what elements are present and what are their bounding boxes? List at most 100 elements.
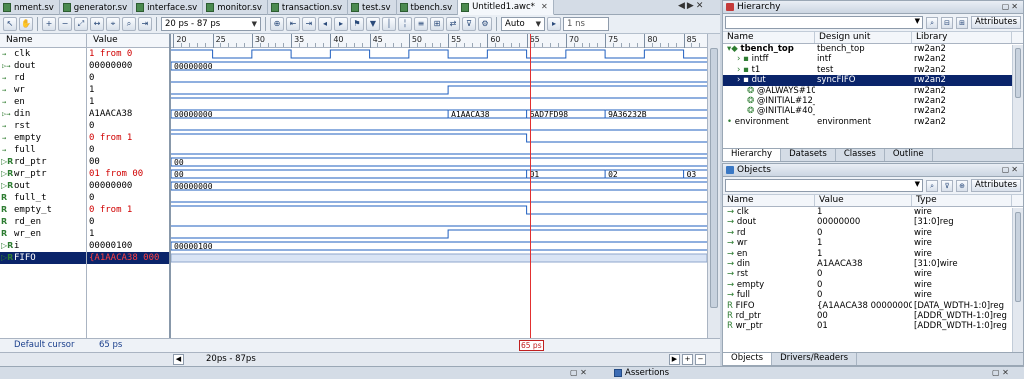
sort-icon[interactable]: ≡ — [414, 17, 428, 31]
prev-edge-icon[interactable]: ⇤ — [286, 17, 300, 31]
editor-tab[interactable]: nment.sv — [0, 0, 60, 15]
scrollbar-thumb[interactable] — [1015, 212, 1021, 302]
zoom-range-icon[interactable]: ↔ — [90, 17, 104, 31]
cursor-tool-icon[interactable]: ↖ — [3, 17, 17, 31]
panel-tab[interactable]: Objects — [723, 353, 773, 365]
object-row[interactable]: → en 1 wire — [723, 249, 1023, 259]
signal-name-row[interactable]: Rfull_t — [0, 192, 86, 204]
editor-tab[interactable]: generator.sv — [60, 0, 134, 15]
objects-scrollbar[interactable] — [1012, 208, 1023, 352]
zoom-mode-select[interactable]: Auto ▼ — [501, 17, 545, 31]
hierarchy-row[interactable]: › ▪ t1 test rw2an2 — [723, 65, 1023, 75]
column-header[interactable]: Value — [815, 195, 912, 206]
expand-icon[interactable]: ⊞ — [956, 16, 969, 29]
panel-window-controls[interactable]: ▢✕ — [1002, 164, 1020, 176]
object-row[interactable]: → rd 0 wire — [723, 228, 1023, 238]
next-edge-icon[interactable]: ⇥ — [302, 17, 316, 31]
bookmark-icon[interactable]: ⚑ — [350, 17, 364, 31]
panel-tab[interactable]: Classes — [836, 149, 885, 161]
object-row[interactable]: R rd_ptr 00 [ADDR_WDTH-1:0]reg — [723, 311, 1023, 321]
editor-tab[interactable]: interface.sv — [133, 0, 204, 15]
object-row[interactable]: → dout 00000000 [31:0]reg — [723, 217, 1023, 227]
column-header[interactable]: Name — [723, 32, 815, 43]
signal-name-row[interactable]: → empty — [0, 132, 86, 144]
signal-name-row[interactable]: ▷R rd_ptr — [0, 156, 86, 168]
signal-name-row[interactable]: ▷→ din — [0, 108, 86, 120]
cursor-time-marker[interactable]: 65 ps — [519, 340, 544, 351]
signal-name-row[interactable]: ▷R FIFO — [0, 252, 86, 264]
signal-name-row[interactable]: ▷R i — [0, 240, 86, 252]
time-range-select[interactable]: 20 ps - 87 ps ▼ — [161, 17, 261, 31]
zoom-out-small-icon[interactable]: − — [695, 354, 706, 365]
column-header[interactable]: Design unit — [815, 32, 912, 43]
search-icon[interactable]: ⌕ — [122, 17, 136, 31]
signal-name-row[interactable]: → full — [0, 144, 86, 156]
hand-tool-icon[interactable]: ✋ — [19, 17, 33, 31]
scroll-right-icon[interactable]: ▶ — [669, 354, 680, 365]
editor-tab[interactable]: test.sv — [348, 0, 397, 15]
name-column-header[interactable]: Name — [0, 34, 86, 48]
column-header[interactable]: Library — [912, 32, 1012, 43]
zoom-fit-icon[interactable]: ⤢ — [74, 17, 88, 31]
collapse-icon[interactable]: ⊟ — [941, 16, 954, 29]
cursor-remove-icon[interactable]: ╎ — [398, 17, 412, 31]
hierarchy-row[interactable]: › ▪ dut syncFIFO rw2an2 — [723, 75, 1023, 86]
signal-name-row[interactable]: → wr — [0, 84, 86, 96]
attributes-button[interactable]: Attributes — [971, 16, 1021, 29]
hierarchy-row[interactable]: ❂ @INITIAL#12_ rw2an2 — [723, 96, 1023, 106]
signal-name-row[interactable]: Rempty_t — [0, 204, 86, 216]
object-row[interactable]: → wr 1 wire — [723, 238, 1023, 248]
hierarchy-row[interactable]: ❂ @ALWAYS#10 rw2an2 — [723, 86, 1023, 96]
zoom-in-icon[interactable]: + — [42, 17, 56, 31]
object-row[interactable]: R FIFO {A1AACA38 00000000 [DATA_WDTH-1:0]r… — [723, 301, 1023, 311]
waveform-horizontal-scrollbar[interactable]: ◀ 20ps - 87ps ▶ + − — [171, 352, 720, 366]
time-cursor-line[interactable] — [530, 34, 531, 352]
next-transition-icon[interactable]: ▸ — [334, 17, 348, 31]
zoom-in-small-icon[interactable]: + — [682, 354, 693, 365]
hierarchy-row[interactable]: ❂ @INITIAL#40_ rw2an2 — [723, 106, 1023, 116]
signal-name-row[interactable]: Rrd_en — [0, 216, 86, 228]
filter-icon[interactable]: ⊽ — [941, 179, 954, 192]
column-header[interactable]: Name — [723, 195, 815, 206]
cursor-add-icon[interactable]: │ — [382, 17, 396, 31]
hierarchy-row[interactable]: › ▪ intff intf rw2an2 — [723, 54, 1023, 64]
group-icon[interactable]: ⊞ — [430, 17, 444, 31]
waveform-vertical-scrollbar[interactable] — [707, 34, 720, 352]
panel-tab[interactable]: Hierarchy — [723, 149, 782, 161]
panel-tab[interactable]: Outline — [885, 149, 933, 161]
column-header[interactable]: Type — [912, 195, 1012, 206]
panel-window-controls[interactable]: ▢✕ — [1002, 1, 1020, 13]
filter-icon[interactable]: ⊽ — [462, 17, 476, 31]
marker-icon[interactable]: ▼ — [366, 17, 380, 31]
dock-controls-right[interactable]: ▢ ✕ — [992, 368, 1009, 377]
tab-scroll-right-icon[interactable]: ▶ — [687, 1, 694, 11]
signal-name-row[interactable]: ▷R out — [0, 180, 86, 192]
zoom-cursor-icon[interactable]: ⌖ — [106, 17, 120, 31]
value-column-header[interactable]: Value — [87, 34, 169, 48]
zoom-out-icon[interactable]: − — [58, 17, 72, 31]
tab-close-icon[interactable]: ✕ — [696, 1, 704, 11]
object-row[interactable]: → empty 0 wire — [723, 280, 1023, 290]
compare-icon[interactable]: ⇄ — [446, 17, 460, 31]
editor-tab[interactable]: Untitled1.awc* ✕ — [458, 0, 554, 15]
find-icon[interactable]: ⌕ — [926, 179, 939, 192]
object-row[interactable]: → rst 0 wire — [723, 269, 1023, 279]
object-row[interactable]: → clk 1 wire — [723, 207, 1023, 217]
scrollbar-thumb[interactable] — [710, 48, 718, 308]
signal-name-row[interactable]: → rd — [0, 72, 86, 84]
assertions-tab[interactable]: Assertions — [614, 368, 669, 378]
panel-tab[interactable]: Datasets — [781, 149, 836, 161]
hierarchy-scrollbar[interactable] — [1012, 45, 1023, 149]
tab-scroll-left-icon[interactable]: ◀ — [678, 1, 685, 11]
signal-name-row[interactable]: → en — [0, 96, 86, 108]
object-row[interactable]: R wr_ptr 01 [ADDR_WDTH-1:0]reg — [723, 321, 1023, 331]
add-to-wave-icon[interactable]: ⊕ — [956, 179, 969, 192]
attributes-button[interactable]: Attributes — [971, 179, 1021, 192]
step-value-input[interactable]: 1 ns — [563, 17, 609, 31]
object-row[interactable]: → full 0 wire — [723, 290, 1023, 300]
editor-tab[interactable]: transaction.sv — [268, 0, 349, 15]
signal-name-row[interactable]: → rst — [0, 120, 86, 132]
find-icon[interactable]: ⌕ — [926, 16, 939, 29]
editor-tab[interactable]: monitor.sv — [203, 0, 268, 15]
close-icon[interactable]: ✕ — [541, 0, 548, 14]
